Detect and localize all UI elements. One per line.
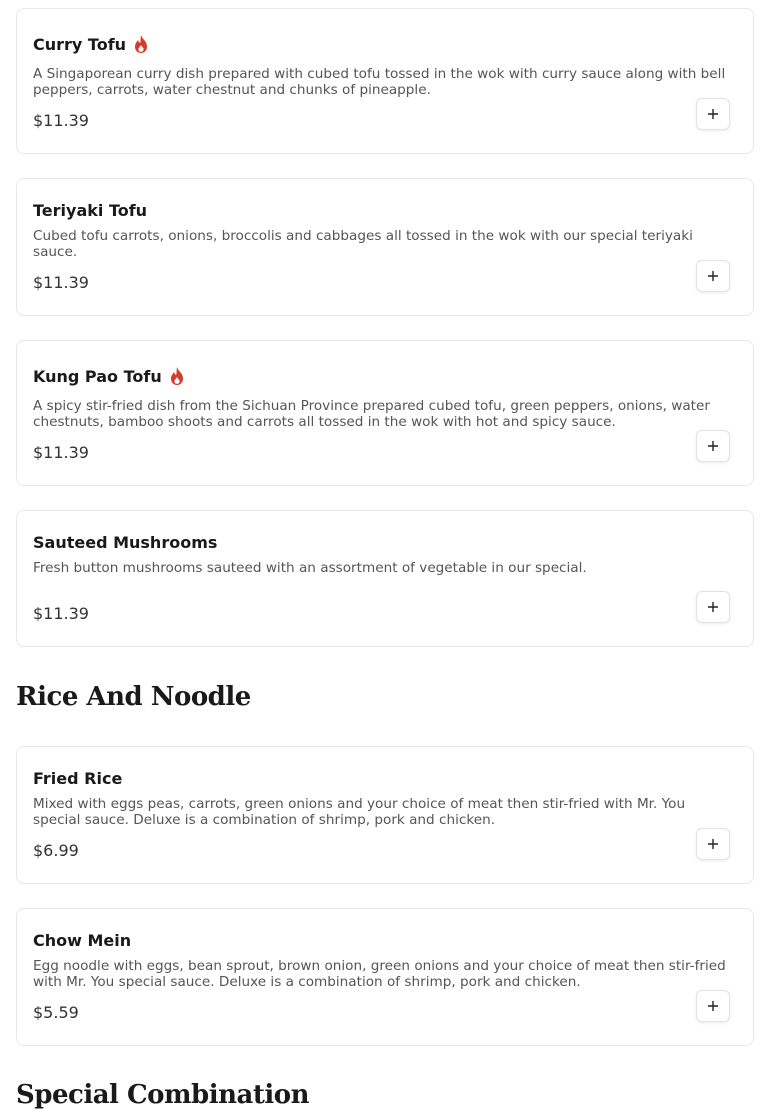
add-to-cart-button[interactable] <box>696 990 730 1022</box>
item-name-text: Teriyaki Tofu <box>33 201 148 220</box>
menu-item-card[interactable]: Fried Rice Mixed with eggs peas, carrots… <box>16 746 754 884</box>
spicy-fire-icon <box>135 35 148 53</box>
add-to-cart-button[interactable] <box>696 260 730 292</box>
menu-item-card[interactable]: Sauteed Mushrooms Fresh button mushrooms… <box>16 510 754 647</box>
item-name-text: Sauteed Mushrooms <box>33 533 218 552</box>
item-description: A Singaporean curry dish prepared with c… <box>33 66 726 98</box>
item-name: Sauteed Mushrooms <box>33 533 217 552</box>
menu-item-card[interactable]: Kung Pao Tofu A spicy stir-fried dish fr… <box>16 340 754 486</box>
item-description: A spicy stir-fried dish from the Sichuan… <box>33 398 710 430</box>
item-name: Chow Mein <box>33 931 131 950</box>
item-name: Teriyaki Tofu <box>33 201 147 220</box>
item-name: Curry Tofu <box>33 34 150 54</box>
plus-icon <box>708 839 718 849</box>
plus-icon <box>708 109 718 119</box>
add-to-cart-button[interactable] <box>696 828 730 860</box>
section-title-rice-and-noodle: Rice And Noodle <box>16 682 251 712</box>
item-name: Fried Rice <box>33 769 122 788</box>
item-price: $11.39 <box>33 443 89 462</box>
item-name-text: Fried Rice <box>33 769 123 788</box>
item-name-text: Chow Mein <box>33 931 132 950</box>
item-price: $11.39 <box>33 111 89 130</box>
plus-icon <box>708 1001 718 1011</box>
item-price: $11.39 <box>33 604 89 623</box>
item-price: $6.99 <box>33 841 79 860</box>
add-to-cart-button[interactable] <box>696 591 730 623</box>
plus-icon <box>708 271 718 281</box>
item-price: $5.59 <box>33 1003 79 1022</box>
item-name-text: Curry Tofu <box>33 34 127 54</box>
item-price: $11.39 <box>33 273 89 292</box>
plus-icon <box>708 602 718 612</box>
item-description: Fresh button mushrooms sauteed with an a… <box>33 560 587 576</box>
section-title-special-combination: Special Combination <box>16 1080 309 1110</box>
menu-item-card[interactable]: Chow Mein Egg noodle with eggs, bean spr… <box>16 908 754 1046</box>
menu-item-card[interactable]: Curry Tofu A Singaporean curry dish prep… <box>16 8 754 154</box>
item-name: Kung Pao Tofu <box>33 366 186 386</box>
item-description: Mixed with eggs peas, carrots, green oni… <box>33 796 686 828</box>
spicy-fire-icon <box>170 367 183 385</box>
item-description: Cubed tofu carrots, onions, broccolis an… <box>33 228 693 260</box>
menu-item-card[interactable]: Teriyaki Tofu Cubed tofu carrots, onions… <box>16 178 754 316</box>
plus-icon <box>708 441 718 451</box>
item-description: Egg noodle with eggs, bean sprout, brown… <box>33 958 726 990</box>
add-to-cart-button[interactable] <box>696 98 730 130</box>
item-name-text: Kung Pao Tofu <box>33 366 162 386</box>
add-to-cart-button[interactable] <box>696 430 730 462</box>
